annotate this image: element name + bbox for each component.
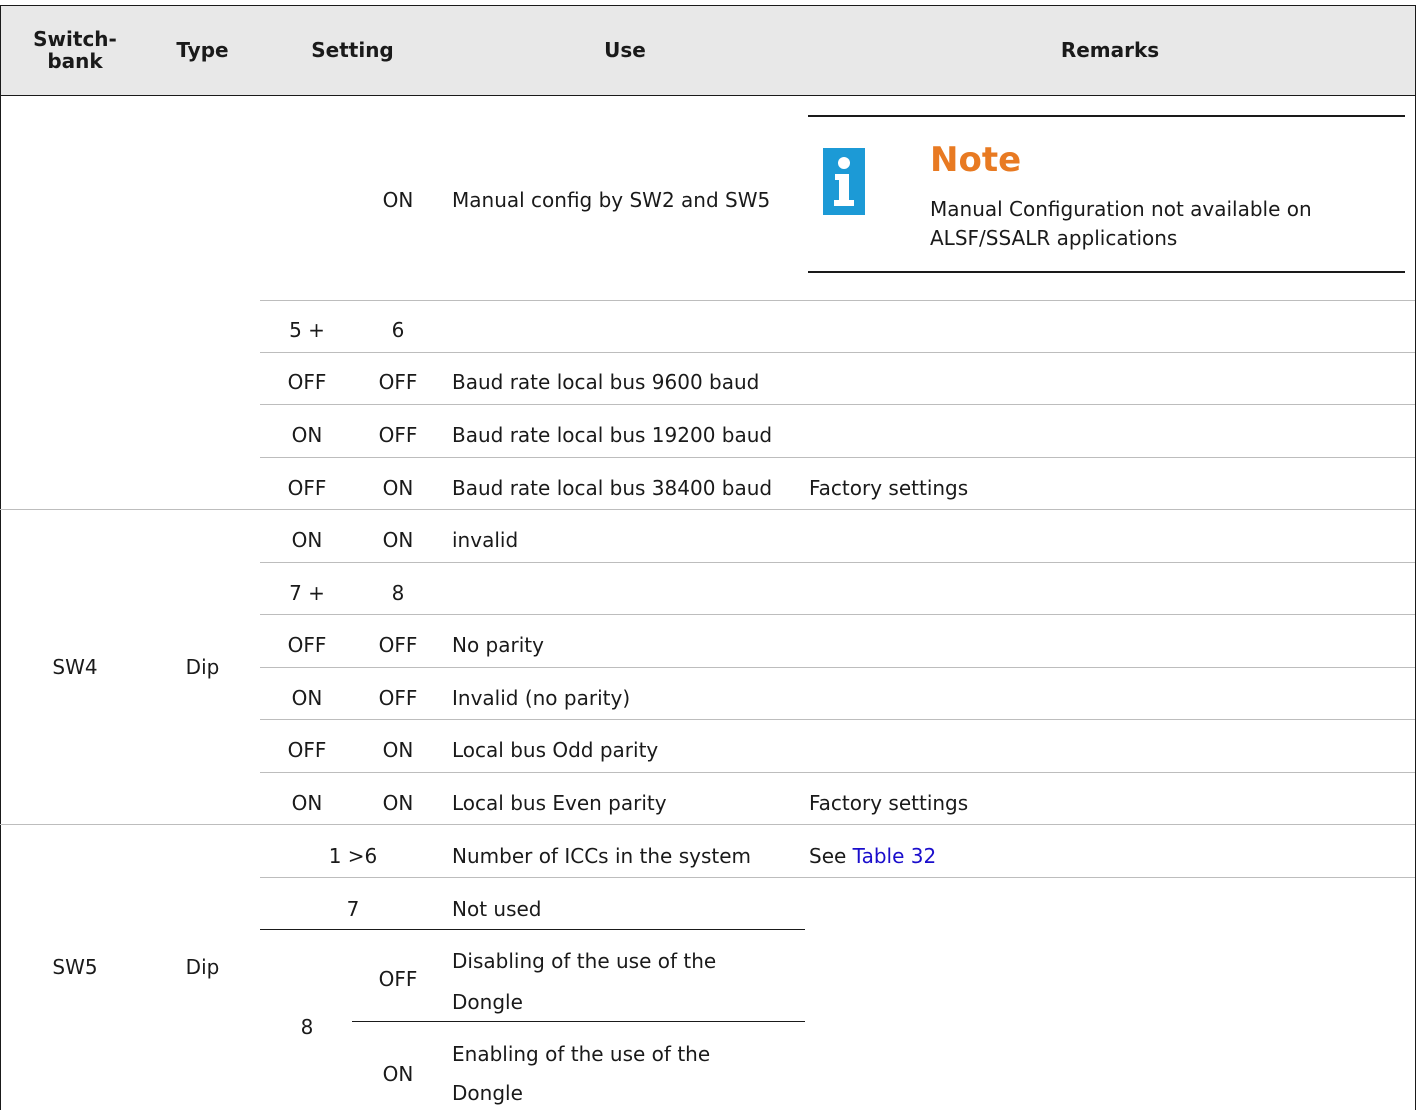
setting-switch: 5 + <box>289 318 325 342</box>
note-bottom-rule <box>808 271 1405 273</box>
setting-switch: 6 <box>391 318 405 342</box>
use-text: No parity <box>452 633 544 657</box>
remarks-text: Factory settings <box>809 476 969 500</box>
setting-switch: 7 + <box>289 581 325 605</box>
setting-value: ON <box>382 791 414 815</box>
setting-value: OFF <box>287 633 327 657</box>
use-text: Local bus Odd parity <box>452 738 659 762</box>
setting-value: OFF <box>378 686 418 710</box>
header-bottom-border <box>0 95 1415 96</box>
header-switch-bank-line1: Switch- <box>33 27 117 51</box>
use-text: Local bus Even parity <box>452 791 667 815</box>
note-top-rule <box>808 115 1405 117</box>
setting-value: ON <box>382 1062 414 1086</box>
use-text: Not used <box>452 897 542 921</box>
setting-value: ON <box>382 738 414 762</box>
header-setting: Setting <box>311 38 394 62</box>
setting-value: OFF <box>287 738 327 762</box>
row-separator <box>352 1021 805 1022</box>
use-text: Dongle <box>452 990 523 1014</box>
sw4-bank: SW4 <box>52 654 98 679</box>
use-text: Manual config by SW2 and SW5 <box>452 188 771 212</box>
use-text: Baud rate local bus 9600 baud <box>452 370 760 394</box>
sw5-bank: SW5 <box>52 955 98 979</box>
sw4-type: Dip <box>185 654 220 679</box>
use-text: Enabling of the use of the <box>452 1042 711 1066</box>
setting-switch: 8 <box>300 1015 314 1039</box>
use-text: Baud rate local bus 19200 baud <box>452 423 773 447</box>
switch-settings-table: Switch- bank Type Setting Use Remarks No… <box>0 0 1416 1110</box>
use-text: Dongle <box>452 1081 523 1105</box>
setting-value: ON <box>291 423 323 447</box>
setting-value: OFF <box>287 370 327 394</box>
remarks-text: Factory settings <box>809 791 969 815</box>
setting-value: 7 <box>346 897 360 921</box>
info-icon <box>823 148 865 215</box>
setting-value: OFF <box>378 633 418 657</box>
row-separator <box>260 300 1415 301</box>
setting-value: OFF <box>378 967 418 991</box>
setting-switch: 8 <box>391 581 405 605</box>
use-text: Baud rate local bus 38400 baud <box>452 476 773 500</box>
setting-value: 1 >6 <box>328 844 378 868</box>
setting-value: ON <box>382 188 414 212</box>
note-text: Manual Configuration not available on AL… <box>930 197 1312 250</box>
header-type: Type <box>176 38 229 62</box>
header-switch-bank-line2: bank <box>47 49 103 73</box>
setting-value: OFF <box>378 423 418 447</box>
setting-value: ON <box>291 791 323 815</box>
header-use: Use <box>604 38 646 62</box>
setting-value: ON <box>382 476 414 500</box>
setting-value: OFF <box>287 476 327 500</box>
header-switch-bank: Switch- bank <box>0 5 150 95</box>
note-title: Note <box>930 140 1022 180</box>
setting-value: ON <box>291 528 323 552</box>
table-32-link[interactable]: Table 32 <box>853 844 937 868</box>
header-remarks: Remarks <box>1060 38 1160 62</box>
setting-value: ON <box>382 528 414 552</box>
remarks-text: See Table 32 <box>809 832 1409 880</box>
use-text: Invalid (no parity) <box>452 686 631 710</box>
remarks-prefix: See <box>809 844 853 868</box>
setting-value: OFF <box>378 370 418 394</box>
sw5-type: Dip <box>185 955 220 979</box>
use-text: Disabling of the use of the <box>452 949 717 973</box>
use-text: Number of ICCs in the system <box>452 844 752 868</box>
setting-value: ON <box>291 686 323 710</box>
use-text: invalid <box>452 528 519 552</box>
